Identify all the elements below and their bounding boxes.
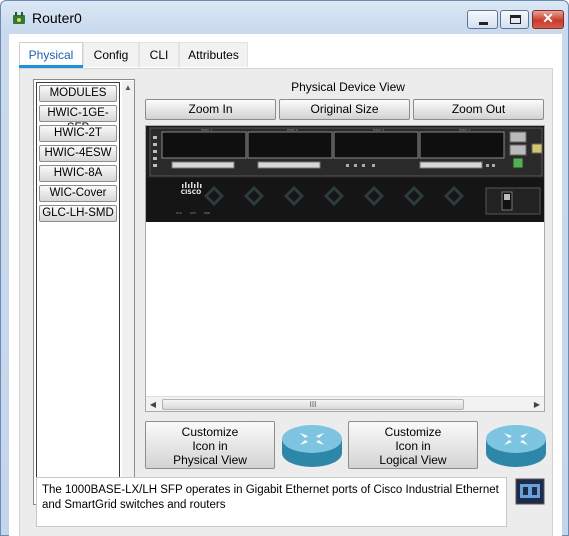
scroll-left-icon[interactable]: ◀ (146, 397, 160, 411)
led-label: POE (204, 211, 210, 215)
led-label: SYS (176, 211, 182, 215)
button-line: Icon in (395, 439, 431, 453)
sfp-module-icon (515, 478, 545, 505)
button-line: Icon in (192, 439, 228, 453)
tab-config[interactable]: Config (83, 42, 139, 67)
router-app-icon (13, 12, 25, 24)
maximize-icon (510, 15, 521, 24)
module-hwic-4esw[interactable]: HWIC-4ESW (39, 145, 117, 162)
button-line: Customize (384, 425, 442, 439)
zoom-in-button[interactable]: Zoom In (145, 99, 276, 120)
router-icon (486, 425, 546, 467)
led-label: ACT (190, 211, 196, 215)
slot-label: HWIC 0 (287, 128, 298, 132)
customize-physical-icon-button[interactable]: Customize Icon in Physical View (145, 421, 275, 469)
router-icon (282, 425, 342, 467)
close-button[interactable]: ✕ (532, 10, 564, 29)
original-size-button[interactable]: Original Size (279, 99, 410, 120)
modules-header: MODULES (39, 85, 117, 102)
slot-label: HWIC 1 (201, 128, 212, 132)
module-hwic-2t[interactable]: HWIC-2T (39, 125, 117, 142)
title-bar[interactable]: Router0 ✕ (1, 1, 568, 35)
device-view-canvas[interactable]: HWIC 1 HWIC 0 HWIC 3 HWIC 2 CISCO SYS AC… (145, 125, 545, 412)
button-line: Physical View (173, 453, 247, 467)
customize-logical-icon-button[interactable]: Customize Icon in Logical View (348, 421, 478, 469)
physical-tab-panel: MODULES HWIC-1GE-SFP HWIC-2T HWIC-4ESW H… (19, 68, 553, 536)
close-icon: ✕ (542, 10, 554, 26)
router-chassis-image[interactable]: HWIC 1 HWIC 0 HWIC 3 HWIC 2 CISCO SYS AC… (146, 126, 545, 228)
tab-cli[interactable]: CLI (139, 42, 179, 67)
module-wic-cover[interactable]: WIC-Cover (39, 185, 117, 202)
button-line: Logical View (379, 453, 447, 467)
minimize-icon (479, 22, 488, 25)
scroll-right-icon[interactable]: ▶ (530, 397, 544, 411)
window-title: Router0 (32, 10, 82, 26)
hscroll-thumb[interactable]: III (162, 399, 464, 410)
module-description: The 1000BASE-LX/LH SFP operates in Gigab… (36, 477, 507, 527)
minimize-button[interactable] (467, 10, 498, 29)
scroll-up-icon[interactable]: ▲ (122, 81, 134, 95)
module-hwic-1ge-sfp[interactable]: HWIC-1GE-SFP (39, 105, 117, 134)
router-window: Router0 ✕ Physical Config CLI Attributes… (0, 0, 569, 536)
button-line: Customize (181, 425, 239, 439)
maximize-button[interactable] (500, 10, 529, 29)
window-client: Physical Config CLI Attributes MODULES H… (9, 34, 562, 536)
module-list-items: MODULES HWIC-1GE-SFP HWIC-2T HWIC-4ESW H… (36, 82, 120, 502)
module-hwic-8a[interactable]: HWIC-8A (39, 165, 117, 182)
tab-physical[interactable]: Physical (19, 42, 83, 68)
slot-label: HWIC 2 (459, 128, 470, 132)
zoom-out-button[interactable]: Zoom Out (413, 99, 544, 120)
tab-attributes[interactable]: Attributes (179, 42, 248, 67)
device-view-hscrollbar[interactable]: ◀ III ▶ (146, 396, 544, 411)
module-list-scrollbar[interactable]: ▲ ▼ (122, 81, 134, 503)
module-list[interactable]: MODULES HWIC-1GE-SFP HWIC-2T HWIC-4ESW H… (33, 79, 135, 505)
slot-label: HWIC 3 (373, 128, 384, 132)
physical-device-view-label: Physical Device View (291, 80, 405, 94)
module-glc-lh-smd[interactable]: GLC-LH-SMD (39, 205, 117, 222)
cisco-logo-text: CISCO (181, 189, 201, 196)
